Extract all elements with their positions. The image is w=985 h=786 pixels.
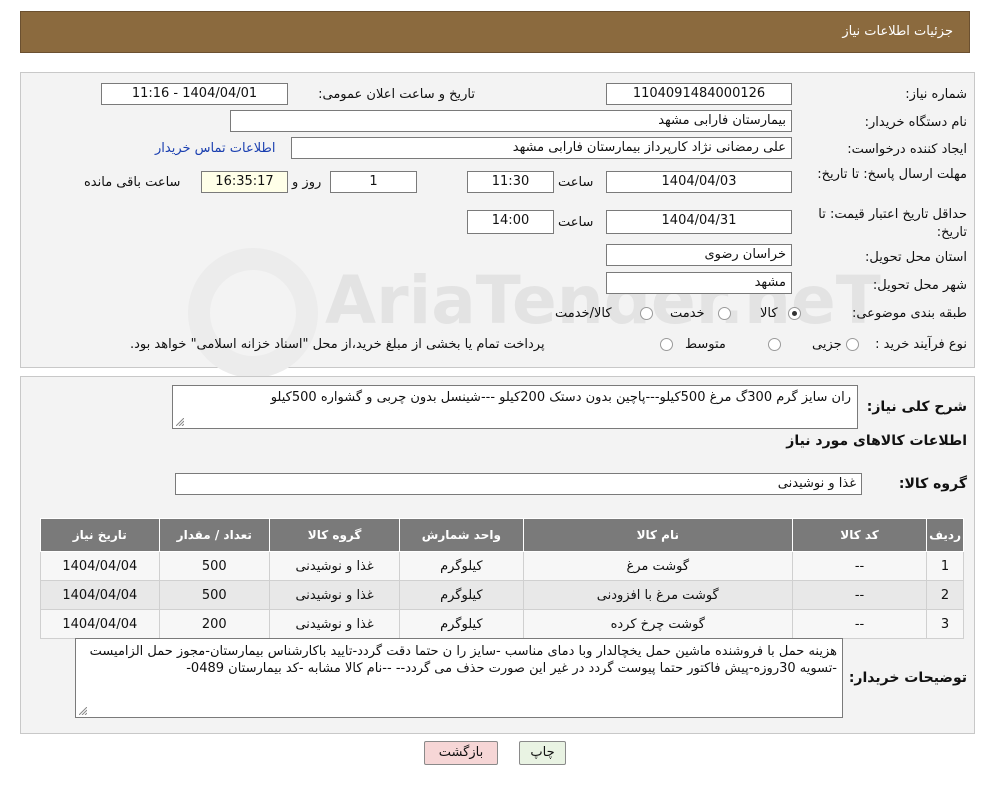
category-radio-goods[interactable] bbox=[788, 307, 801, 320]
category-label: طبقه بندی موضوعی: bbox=[851, 306, 967, 321]
summary-label: شرح کلی نیاز: bbox=[866, 399, 967, 415]
validity-label: حداقل تاریخ اعتبار قیمت: تا تاریخ: bbox=[818, 207, 967, 240]
watermark-text: AriaTender.neT bbox=[325, 262, 881, 339]
process-note: پرداخت تمام یا بخشی از مبلغ خرید،از محل … bbox=[130, 337, 545, 352]
cell-quantity: 500 bbox=[158, 580, 271, 610]
buyer-contact-link[interactable]: اطلاعات تماس خریدار bbox=[155, 141, 275, 156]
buyer-org-label: نام دستگاه خریدار: bbox=[864, 115, 967, 130]
process-option-medium: متوسط bbox=[685, 337, 726, 352]
table-row: 3 -- گوشت چرخ کرده کیلوگرم غذا و نوشیدنی… bbox=[40, 609, 964, 639]
goods-section-title: اطلاعات کالاهای مورد نیاز bbox=[786, 433, 967, 449]
validity-date-field: 1404/04/31 bbox=[606, 210, 792, 234]
cell-date: 1404/04/04 bbox=[40, 580, 160, 610]
announce-datetime-field: 1404/04/01 - 11:16 bbox=[101, 83, 288, 105]
cell-date: 1404/04/04 bbox=[40, 551, 160, 581]
remaining-label: ساعت باقی مانده bbox=[84, 175, 181, 190]
cell-row: 1 bbox=[926, 551, 964, 581]
cell-unit: کیلوگرم bbox=[399, 551, 524, 581]
cell-row: 2 bbox=[926, 580, 964, 610]
items-header-row: ردیف کد کالا نام کالا واحد شمارش گروه کا… bbox=[40, 518, 964, 552]
summary-text: ران سایز گرم 300گ مرغ 500کیلو---پاچین بد… bbox=[270, 390, 851, 405]
table-row: 2 -- گوشت مرغ با افزودنی کیلوگرم غذا و ن… bbox=[40, 580, 964, 610]
page-header: جزئیات اطلاعات نیاز bbox=[20, 11, 970, 53]
cell-code: -- bbox=[791, 580, 928, 610]
cell-group: غذا و نوشیدنی bbox=[269, 609, 401, 639]
category-option-goods: کالا bbox=[760, 306, 778, 321]
summary-textarea[interactable]: ران سایز گرم 300گ مرغ 500کیلو---پاچین بد… bbox=[172, 385, 858, 429]
category-option-goods-service: کالا/خدمت bbox=[555, 306, 612, 321]
cell-name: گوشت مرغ bbox=[522, 551, 793, 581]
print-button[interactable]: چاپ bbox=[519, 741, 566, 765]
days-label: روز و bbox=[292, 175, 322, 190]
province-field: خراسان رضوی bbox=[606, 244, 792, 266]
cell-row: 3 bbox=[926, 609, 964, 639]
goods-group-label: گروه کالا: bbox=[898, 476, 967, 492]
page-title: جزئیات اطلاعات نیاز bbox=[842, 24, 953, 39]
process-label: نوع فرآیند خرید : bbox=[875, 337, 967, 352]
process-radio-treasury[interactable] bbox=[660, 338, 673, 351]
buyer-org-field: بیمارستان فارابی مشهد bbox=[230, 110, 792, 132]
cell-group: غذا و نوشیدنی bbox=[269, 580, 401, 610]
cell-group: غذا و نوشیدنی bbox=[269, 551, 401, 581]
announce-label: تاریخ و ساعت اعلان عمومی: bbox=[318, 87, 475, 102]
category-option-service: خدمت bbox=[670, 306, 705, 321]
city-field: مشهد bbox=[606, 272, 792, 294]
col-quantity: تعداد / مقدار bbox=[158, 518, 271, 552]
col-code: کد کالا bbox=[791, 518, 928, 552]
resize-grip-icon[interactable] bbox=[176, 418, 184, 426]
cell-unit: کیلوگرم bbox=[399, 580, 524, 610]
items-table: ردیف کد کالا نام کالا واحد شمارش گروه کا… bbox=[40, 518, 964, 639]
watermark-logo bbox=[188, 248, 318, 378]
cell-quantity: 200 bbox=[158, 609, 271, 639]
cell-quantity: 500 bbox=[158, 551, 271, 581]
process-radio-medium[interactable] bbox=[768, 338, 781, 351]
need-number-label: شماره نیاز: bbox=[905, 87, 967, 102]
cell-name: گوشت مرغ با افزودنی bbox=[522, 580, 793, 610]
validity-time-label: ساعت bbox=[558, 215, 594, 230]
deadline-label: مهلت ارسال پاسخ: تا تاریخ: bbox=[817, 167, 967, 182]
need-number-field: 1104091484000126 bbox=[606, 83, 792, 105]
cell-code: -- bbox=[791, 609, 928, 639]
col-date: تاریخ نیاز bbox=[40, 518, 160, 552]
buyer-notes-textarea[interactable]: هزینه حمل با فروشنده ماشین حمل یخچالدار … bbox=[75, 638, 843, 718]
category-radio-service[interactable] bbox=[718, 307, 731, 320]
city-label: شهر محل تحویل: bbox=[872, 278, 967, 293]
col-name: نام کالا bbox=[522, 518, 793, 552]
cell-code: -- bbox=[791, 551, 928, 581]
deadline-date-field: 1404/04/03 bbox=[606, 171, 792, 193]
back-button[interactable]: بازگشت bbox=[424, 741, 498, 765]
days-field: 1 bbox=[330, 171, 417, 193]
buyer-notes-label: توضیحات خریدار: bbox=[848, 670, 967, 686]
cell-name: گوشت چرخ کرده bbox=[522, 609, 793, 639]
creator-label: ایجاد کننده درخواست: bbox=[847, 142, 967, 157]
deadline-time-field: 11:30 bbox=[467, 171, 554, 193]
col-unit: واحد شمارش bbox=[399, 518, 524, 552]
remaining-time-field: 16:35:17 bbox=[201, 171, 288, 193]
category-radio-goods-service[interactable] bbox=[640, 307, 653, 320]
deadline-time-label: ساعت bbox=[558, 175, 594, 190]
process-radio-minor[interactable] bbox=[846, 338, 859, 351]
cell-date: 1404/04/04 bbox=[40, 609, 160, 639]
province-label: استان محل تحویل: bbox=[865, 250, 967, 265]
col-group: گروه کالا bbox=[269, 518, 401, 552]
table-row: 1 -- گوشت مرغ کیلوگرم غذا و نوشیدنی 500 … bbox=[40, 551, 964, 581]
process-option-minor: جزیی bbox=[812, 337, 842, 352]
col-row: ردیف bbox=[926, 518, 964, 552]
buyer-notes-text: هزینه حمل با فروشنده ماشین حمل یخچالدار … bbox=[89, 644, 837, 676]
cell-unit: کیلوگرم bbox=[399, 609, 524, 639]
goods-group-field: غذا و نوشیدنی bbox=[175, 473, 862, 495]
creator-field: علی رمضانی نژاد کارپرداز بیمارستان فاراب… bbox=[291, 137, 792, 159]
resize-grip-icon[interactable] bbox=[79, 707, 87, 715]
validity-time-field: 14:00 bbox=[467, 210, 554, 234]
